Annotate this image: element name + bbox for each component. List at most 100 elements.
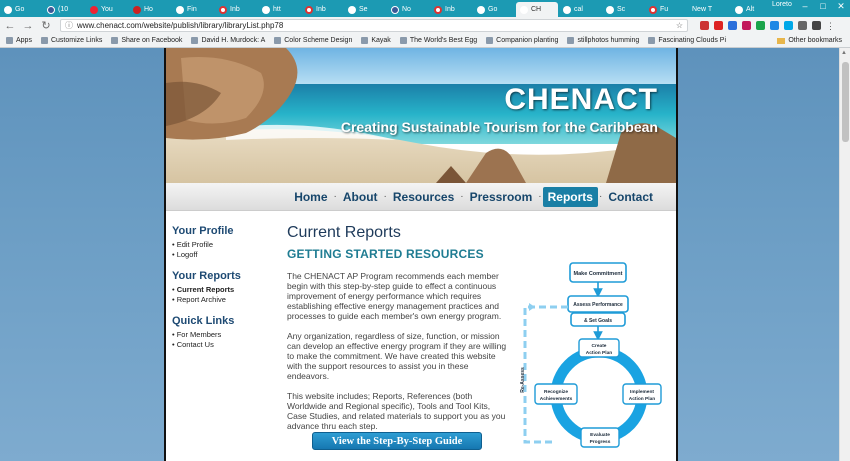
vertical-scrollbar[interactable]: ▲	[839, 48, 850, 461]
scroll-up-icon[interactable]: ▲	[841, 50, 847, 56]
nav-about[interactable]: About	[338, 187, 383, 207]
bookmark-label: David H. Murdock: A	[201, 37, 266, 44]
bookmark-item[interactable]: Share on Facebook	[111, 37, 182, 44]
profile-name[interactable]: Loreto	[772, 1, 792, 8]
scrollbar-thumb[interactable]	[842, 62, 849, 142]
bookmark-item[interactable]: Color Scheme Design	[274, 37, 352, 44]
bookmark-item[interactable]: stillphotos humming	[567, 37, 639, 44]
bookmark-item[interactable]: Customize Links	[40, 37, 103, 44]
step-guide-button[interactable]: View the Step-By-Step Guide	[312, 432, 482, 450]
tab-label: You	[101, 6, 113, 13]
tab-label: Inb	[230, 6, 240, 13]
extension-icon[interactable]	[728, 21, 737, 30]
close-icon[interactable]: ✕	[832, 1, 850, 12]
site-logo-text[interactable]: CHENACT	[341, 84, 658, 116]
tab-label: Alt	[746, 6, 755, 13]
back-icon[interactable]: ←	[4, 20, 16, 32]
nav-pressroom[interactable]: Pressroom	[465, 187, 538, 207]
browser-tab[interactable]: Alt	[731, 2, 773, 17]
extension-icon[interactable]	[784, 21, 793, 30]
window-controls: – □ ✕	[796, 0, 850, 12]
section-heading: GETTING STARTED RESOURCES	[287, 247, 484, 261]
bookmark-item[interactable]: Kayak	[361, 37, 391, 44]
page-viewport: CHENACT Creating Sustainable Tourism for…	[0, 48, 839, 461]
sidebar-link-contact-us[interactable]: • Contact Us	[172, 340, 272, 350]
pinterest-icon	[133, 5, 141, 14]
diagram-label: Re-Assess	[520, 367, 526, 393]
extension-icon[interactable]	[756, 21, 765, 30]
browser-tab[interactable]: Sc	[602, 2, 644, 17]
energy-program-diagram[interactable]: Make Commitment Assess Performance & Set…	[515, 262, 663, 452]
nav-resources[interactable]: Resources	[388, 187, 459, 207]
commitment-paragraph: Any organization, regardless of size, fu…	[287, 331, 507, 381]
bookmark-item[interactable]: David H. Murdock: A	[191, 37, 265, 44]
browser-tab[interactable]: Inb	[215, 2, 257, 17]
diagram-label: Action Plan	[586, 350, 612, 356]
bookmark-item[interactable]: Fascinating Clouds Pi	[648, 37, 726, 44]
bookmarks-bar: Apps Customize Links Share on Facebook Davi…	[0, 34, 850, 48]
bookmark-favicon-icon	[274, 37, 282, 44]
address-bar[interactable]: ⓘ www.chenact.com/website/publish/librar…	[60, 19, 688, 32]
bookmark-item[interactable]: The World's Best Egg	[399, 37, 477, 44]
bookmark-favicon-icon	[191, 37, 199, 44]
sidebar: Your Profile • Edit Profile • Logoff You…	[172, 225, 272, 360]
page-info-icon[interactable]: ⓘ	[65, 20, 73, 31]
forward-icon[interactable]: →	[22, 20, 34, 32]
sidebar-link-logoff[interactable]: • Logoff	[172, 250, 272, 260]
browser-tab[interactable]: CH	[516, 2, 558, 17]
browser-tab[interactable]: Fu	[645, 2, 687, 17]
extension-icon[interactable]	[798, 21, 807, 30]
browser-tab[interactable]: Inb	[301, 2, 343, 17]
bookmark-favicon-icon	[40, 37, 48, 44]
browser-tab[interactable]: No	[387, 2, 429, 17]
browser-tab[interactable]: Se	[344, 2, 386, 17]
extension-icon[interactable]	[700, 21, 709, 30]
minimize-icon[interactable]: –	[796, 1, 814, 11]
browser-tab[interactable]: (10	[43, 2, 85, 17]
browser-tab[interactable]: cal	[559, 2, 601, 17]
reload-icon[interactable]: ↻	[40, 19, 52, 32]
extension-icon[interactable]	[770, 21, 779, 30]
sidebar-link-current-reports[interactable]: • Current Reports	[172, 285, 272, 295]
diagram-label: Evaluate	[590, 432, 610, 438]
sidebar-link-edit-profile[interactable]: • Edit Profile	[172, 240, 272, 250]
maximize-icon[interactable]: □	[814, 1, 832, 11]
browser-tab[interactable]: Fin	[172, 2, 214, 17]
tab-label: Se	[359, 6, 368, 13]
other-bookmarks[interactable]: Other bookmarks	[777, 37, 842, 44]
browser-tab[interactable]: Go	[473, 2, 515, 17]
main-content: Current Reports GETTING STARTED RESOURCE…	[287, 224, 667, 450]
browser-tab[interactable]: You	[86, 2, 128, 17]
link-label: Report Archive	[176, 295, 226, 304]
quick-links-heading: Quick Links	[172, 315, 235, 327]
nav-reports[interactable]: Reports	[542, 186, 598, 207]
sidebar-link-for-members[interactable]: • For Members	[172, 330, 272, 340]
sidebar-link-report-archive[interactable]: • Report Archive	[172, 295, 272, 305]
browser-tab[interactable]: Go	[0, 2, 42, 17]
google-icon	[477, 5, 485, 14]
extension-icon[interactable]	[812, 21, 821, 30]
browser-tab[interactable]: Ho	[129, 2, 171, 17]
bookmark-item[interactable]: Apps	[6, 37, 32, 44]
extension-icon[interactable]	[742, 21, 751, 30]
diagram-label: Progress	[590, 439, 611, 445]
extension-icon[interactable]	[714, 21, 723, 30]
browser-tab[interactable]: Inb	[430, 2, 472, 17]
browser-tab-strip: Go (10 You Ho Fin Inb htt Inb Se No Inb Go CH cal Sc Fu…	[0, 0, 850, 17]
bookmark-star-icon[interactable]: ☆	[676, 21, 687, 30]
bookmark-label: Kayak	[371, 37, 391, 44]
google-icon	[262, 5, 270, 14]
bookmark-label: Customize Links	[50, 37, 103, 44]
browser-tab[interactable]: New T	[688, 2, 730, 17]
nav-home[interactable]: Home	[289, 187, 332, 207]
browser-tab[interactable]: htt	[258, 2, 300, 17]
bookmark-label: Color Scheme Design	[284, 37, 353, 44]
header-banner: CHENACT Creating Sustainable Tourism for…	[166, 48, 676, 183]
menu-icon[interactable]: ⋮	[826, 21, 835, 31]
nav-contact[interactable]: Contact	[603, 187, 658, 207]
gmail-icon	[305, 5, 313, 14]
bookmark-favicon-icon	[399, 37, 407, 44]
bookmark-item[interactable]: Companion planting	[486, 37, 558, 44]
facebook-icon	[47, 5, 55, 14]
browser-toolbar: ← → ↻ ⓘ www.chenact.com/website/publish/…	[0, 17, 850, 34]
